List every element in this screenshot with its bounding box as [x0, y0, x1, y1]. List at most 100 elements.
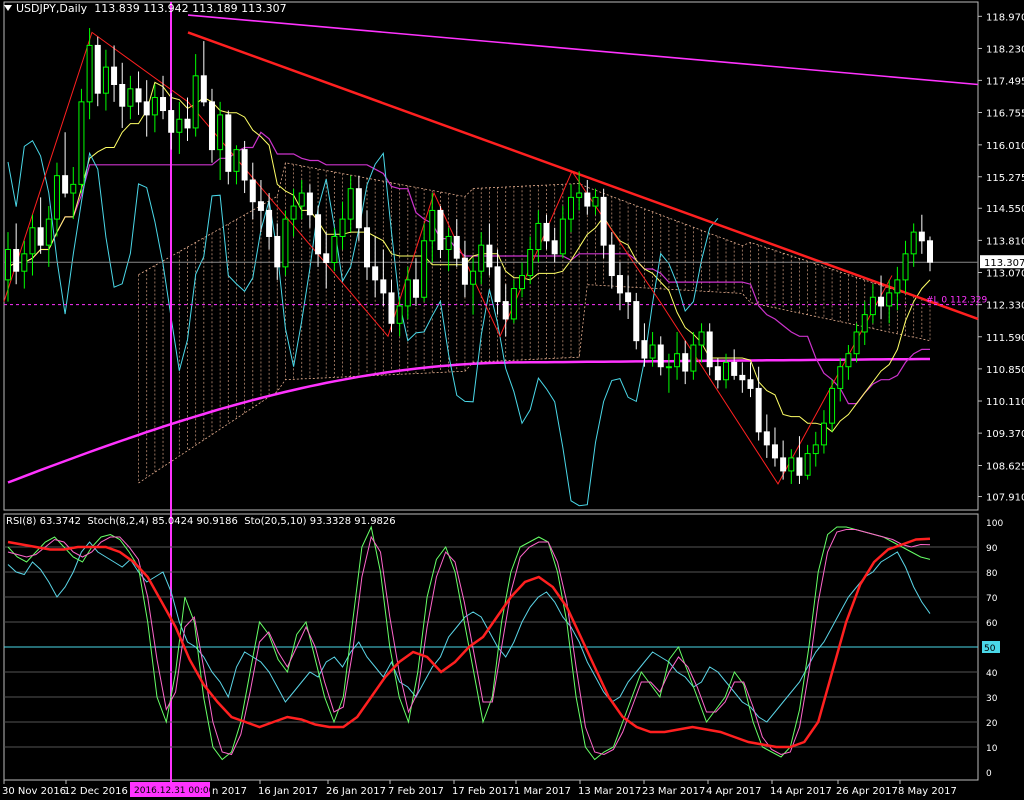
candle-body [878, 296, 885, 307]
price-axis-label: 118.230 [986, 44, 1024, 55]
date-axis-label: 12 Dec 2016 [64, 786, 128, 797]
candle-body [470, 270, 477, 285]
candle-body [690, 344, 697, 372]
candle-body [111, 66, 118, 85]
candle-body [543, 222, 550, 242]
price-chart[interactable]: #L 0 112.329 118.970118.230117.495116.75… [0, 0, 1024, 800]
candle-body [706, 331, 713, 368]
candle-body [266, 209, 273, 237]
candle-body [29, 227, 36, 255]
candle-body [820, 422, 827, 446]
current-price-label: 113.307 [984, 258, 1024, 269]
candle-body [298, 192, 305, 207]
candle-body [437, 209, 444, 250]
date-axis-label: 26 Apr 2017 [836, 786, 898, 797]
candle-body [592, 196, 599, 207]
date-axis-label: 14 Apr 2017 [770, 786, 832, 797]
candle-body [233, 149, 240, 172]
price-axis-label: 110.850 [986, 365, 1024, 376]
date-axis-label: 4 Apr 2017 [706, 786, 761, 797]
candle-body [616, 275, 623, 294]
price-axis-label: 113.070 [986, 268, 1024, 279]
cloud-span-b [138, 284, 931, 484]
candle-body [388, 292, 395, 324]
candle-body [714, 366, 721, 381]
candle-body [641, 340, 648, 359]
candle-body [78, 101, 85, 185]
candle-body [845, 353, 852, 368]
price-axis-label: 107.910 [986, 493, 1024, 504]
oscillator-header: RSI(8) 63.3742 Stoch(8,2,4) 85.0424 90.9… [6, 516, 396, 527]
osc-axis-label: 10 [986, 744, 998, 754]
osc-axis-label: 100 [986, 519, 1003, 529]
candle-body [412, 279, 419, 298]
osc-axis-label: 30 [986, 694, 998, 704]
rsi-readout: RSI(8) 63.3742 [6, 516, 81, 527]
candle-body [788, 457, 795, 472]
date-axis-label: 13 Mar 2017 [578, 786, 641, 797]
chart-menu-arrow-icon[interactable] [4, 5, 12, 11]
date-axis-label: 7 Feb 2017 [388, 786, 444, 797]
candle-body [331, 235, 338, 264]
candle-body [633, 301, 640, 342]
osc-axis-label: 60 [986, 619, 998, 629]
price-axis-label: 115.275 [986, 173, 1024, 184]
candle-body [861, 314, 868, 333]
candle-body [86, 44, 93, 103]
candle-body [608, 244, 615, 277]
osc-axis-label: 40 [986, 669, 998, 679]
candle-body [527, 248, 534, 277]
candle-body [731, 361, 738, 376]
candle-body [494, 266, 501, 303]
candle-body [364, 227, 371, 268]
candle-body [559, 218, 566, 255]
candle-body [192, 75, 199, 129]
date-axis-label: 16 Jan 2017 [258, 786, 318, 797]
candle-body [355, 188, 362, 229]
candle-body [747, 379, 754, 389]
downtrend-line [187, 31, 979, 321]
candle-body [600, 196, 607, 246]
candle-body [241, 149, 248, 181]
candle-body [372, 266, 379, 281]
candle-body [519, 275, 526, 290]
osc-axis-label: 70 [986, 594, 998, 604]
candle-body [853, 331, 860, 355]
candle-body [257, 201, 264, 211]
candle-body [306, 192, 313, 216]
candle-body [486, 244, 493, 268]
candle-body [837, 366, 844, 389]
osc-axis-label: 20 [986, 719, 998, 729]
candle-body [665, 366, 672, 369]
chart-terminal[interactable]: #L 0 112.329 118.970 118.230 117.495 116.75… [0, 0, 1024, 800]
candle-body [21, 253, 28, 272]
candle-body [698, 331, 705, 346]
osc-axis-label: 80 [986, 569, 998, 579]
stoch-readout: Stoch(8,2,4) 85.0424 90.9186 [87, 516, 238, 527]
candle-body [674, 353, 681, 368]
candle-body [682, 353, 689, 372]
candle-body [421, 240, 428, 298]
candle-body [282, 218, 289, 268]
candle-body [249, 179, 256, 203]
sto-readout: Sto(20,5,10) 93.3328 91.9826 [244, 516, 396, 527]
oscillator-series-0 [7, 541, 931, 723]
candle-body [910, 231, 917, 255]
candle-body [208, 101, 215, 151]
price-axis-label: 116.010 [986, 141, 1024, 152]
candle-body [755, 387, 762, 433]
osc-axis-label: 90 [986, 544, 998, 554]
candle-body [902, 253, 909, 281]
date-axis-label: 30 Nov 2016 [2, 786, 66, 797]
date-axis-label: 1 Mar 2017 [514, 786, 571, 797]
price-axis-label: 113.810 [986, 236, 1024, 247]
candle-body [53, 175, 60, 220]
symbol-timeframe: USDJPY,Daily [16, 2, 88, 15]
price-axis-label: 111.590 [986, 333, 1024, 344]
price-axis-label: 114.550 [986, 204, 1024, 215]
candle-body [657, 344, 664, 368]
ohlc-values: 113.839 113.942 113.189 113.307 [94, 2, 287, 15]
price-axis-label: 110.110 [986, 397, 1024, 408]
price-axis-label: 112.330 [986, 301, 1024, 312]
candle-body [274, 235, 281, 268]
